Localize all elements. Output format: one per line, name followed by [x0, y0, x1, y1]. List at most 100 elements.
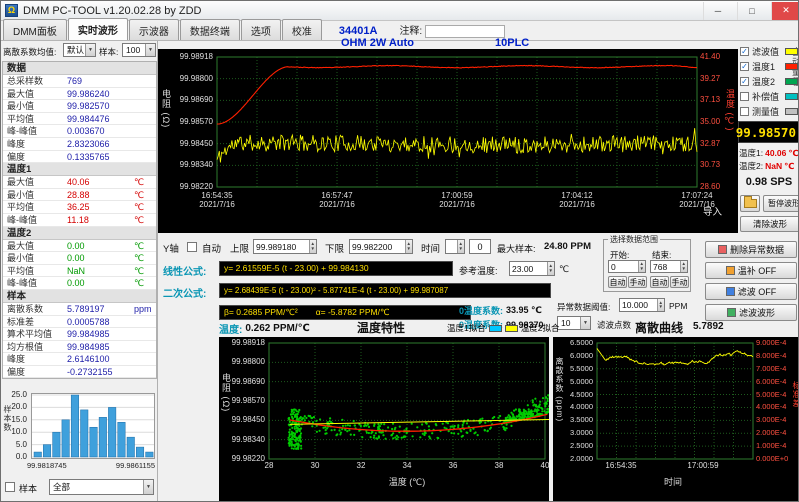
axis-tick: 7.000E-4	[756, 365, 790, 373]
stat-row: 峰度2.6146100	[3, 353, 156, 366]
time-axis-tick: 17:00:59	[683, 462, 723, 470]
app-icon: Ω	[5, 4, 18, 17]
close-button[interactable]: ✕	[771, 2, 799, 20]
hist-sample-checkbox[interactable]	[5, 482, 15, 492]
axis-tick: 28	[260, 462, 278, 470]
import-folder-button[interactable]	[740, 195, 760, 212]
stat-row: 最大值99.986240	[3, 88, 156, 101]
legend-checkbox[interactable]	[740, 107, 749, 116]
pause-waveform-button[interactable]: 暂停波形	[763, 195, 799, 212]
note-input[interactable]	[425, 25, 505, 38]
axis-tick: 8.000E-4	[756, 352, 790, 360]
spinner-arrows-icon[interactable]: ▲▼	[405, 240, 412, 253]
legend-checkbox[interactable]: ✓	[740, 62, 749, 71]
fit-legend-2: 温度2拟合	[521, 322, 560, 334]
tab-3[interactable]: 数据终端	[180, 19, 240, 40]
axis-tick: 99.98690	[169, 96, 213, 104]
tab-1[interactable]: 实时波形	[68, 18, 128, 40]
hist-xtick-right: 99.9861155	[93, 461, 155, 470]
y-axis-auto-label: 自动	[202, 241, 221, 255]
range-start-manual-button[interactable]: 手动	[628, 276, 647, 288]
time-axis-tick: 16:54:35	[601, 462, 641, 470]
scatter-title: 温度特性	[357, 319, 405, 336]
stat-row: 总采样数769	[3, 75, 156, 88]
minimize-button[interactable]: ─	[703, 2, 732, 20]
axis-tick: 4.000E-4	[756, 403, 790, 411]
axis-tick: 3.000E-4	[756, 416, 790, 424]
axis-tick: 99.98570	[169, 118, 213, 126]
range-start-spinner[interactable]: 0▲▼	[608, 260, 646, 273]
axis-tick: 99.98570	[227, 397, 265, 405]
dispersion-title: 离散曲线	[635, 319, 683, 336]
axis-tick: 2.5000	[561, 442, 593, 450]
spinner-arrows-icon[interactable]: ▲▼	[638, 261, 645, 272]
axis-tick: 0.0	[5, 453, 27, 461]
histogram-bar	[43, 445, 51, 457]
spinner-arrows-icon[interactable]: ▲▼	[457, 240, 464, 253]
stat-row: 平均值99.984476	[3, 113, 156, 126]
maximize-button[interactable]: □	[737, 2, 766, 20]
axis-tick: 37.13	[700, 96, 724, 104]
axis-tick: 5.000E-4	[756, 391, 790, 399]
range-end-auto-button[interactable]: 自动	[650, 276, 669, 288]
spinner-arrows-icon[interactable]: ▲▼	[657, 299, 664, 311]
tab-5[interactable]: 校准	[282, 19, 322, 40]
scatter-x-label: 温度 (℃)	[377, 475, 437, 488]
window-title: DMM PC-TOOL v1.20.02.28 by ZDD	[23, 5, 698, 17]
spinner-arrows-icon[interactable]: ▲▼	[309, 240, 316, 253]
legend-item[interactable]: 测量值	[740, 105, 798, 117]
legend-checkbox[interactable]: ✓	[740, 77, 749, 86]
legend-item[interactable]: ✓滤波值	[740, 45, 798, 57]
spinner-arrows-icon[interactable]: ▲▼	[547, 262, 554, 275]
axis-tick: 38	[490, 462, 508, 470]
clear-waveform-button[interactable]: 清除波形	[740, 216, 799, 232]
delete-outliers-button[interactable]: 删除异常数据	[705, 241, 797, 258]
axis-tick: 9.000E-4	[756, 339, 790, 347]
filter-points-select[interactable]: 10	[557, 316, 591, 330]
temp-coefficient: 温度:0.262 PPM/℃	[219, 321, 310, 336]
legend-item[interactable]: ✓温度1	[740, 60, 798, 72]
sample-count-select[interactable]: 100	[122, 43, 156, 57]
axis-tick: 39.27	[700, 75, 724, 83]
filter-button[interactable]: 滤波 OFF	[705, 283, 797, 300]
axis-tick: 99.98800	[227, 358, 265, 366]
axis-tick: 6.5000	[561, 339, 593, 347]
spinner-arrows-icon[interactable]: ▲▼	[680, 261, 687, 272]
ref-temp-spinner[interactable]: 23.00▲▼	[509, 261, 555, 276]
range-start-auto-button[interactable]: 自动	[608, 276, 627, 288]
range-end-spinner[interactable]: 768▲▼	[650, 260, 688, 273]
axis-tick: 15.0	[5, 416, 27, 424]
axis-tick: 40	[536, 462, 554, 470]
stat-row: 偏度-0.2732155	[3, 366, 156, 379]
axis-tick: 99.98450	[169, 140, 213, 148]
max-sample-value: 24.80 PPM	[544, 241, 591, 252]
time-spinner[interactable]: ▲▼	[445, 239, 465, 254]
legend-checkbox[interactable]	[740, 92, 749, 101]
threshold-spinner[interactable]: 10.000▲▼	[619, 298, 665, 312]
tab-0[interactable]: DMM面板	[3, 19, 67, 40]
y-axis-checkbox[interactable]	[187, 242, 197, 252]
temp-comp-button[interactable]: 温补 OFF	[705, 262, 797, 279]
sps-readout: 0.98 SPS	[738, 176, 799, 188]
filter-waveform-button[interactable]: 滤波波形	[705, 304, 797, 321]
lower-limit-spinner[interactable]: 99.982200▲▼	[349, 239, 413, 254]
stat-row: 峰-峰值0.003670	[3, 125, 156, 138]
stat-row: 标准差0.0005788	[3, 316, 156, 329]
axis-tick: 1.000E-4	[756, 442, 790, 450]
range-end-manual-button[interactable]: 手动	[670, 276, 689, 288]
tab-4[interactable]: 选项	[241, 19, 281, 40]
axis-tick: 20.0	[5, 403, 27, 411]
tab-2[interactable]: 示波器	[129, 19, 179, 40]
mean-select[interactable]: 默认	[63, 43, 96, 57]
legend-item[interactable]: 补偿值	[740, 90, 798, 102]
upper-limit-spinner[interactable]: 99.989180▲▼	[253, 239, 317, 254]
legend-checkbox[interactable]: ✓	[740, 47, 749, 56]
quad-formula-display: y= 2.68439E-5 (t - 23.00)² - 5.87741E-4 …	[219, 283, 551, 298]
stat-row: 偏度0.1335765	[3, 151, 156, 164]
time-value-box[interactable]: 0	[469, 239, 491, 254]
hist-range-select[interactable]: 全部	[49, 479, 154, 495]
legend-item[interactable]: ✓温度2	[740, 75, 798, 87]
axis-tick: 99.98340	[227, 436, 265, 444]
histogram-bar	[71, 395, 79, 457]
range-mode-label: OHM 2W Auto	[341, 37, 414, 49]
